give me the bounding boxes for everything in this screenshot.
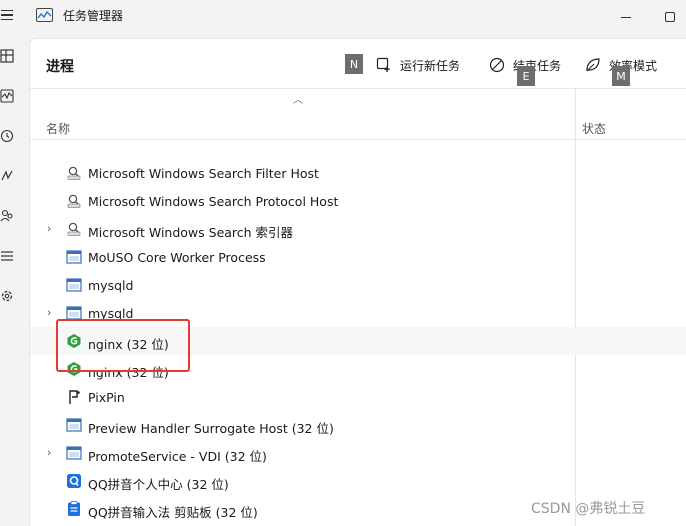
process-row[interactable]: › PromoteService - VDI (32 位)	[30, 439, 686, 467]
end-task-icon	[489, 57, 505, 73]
startup-apps-icon[interactable]	[0, 168, 14, 184]
process-name: Preview Handler Surrogate Host (32 位)	[88, 421, 334, 436]
page-title: 进程	[46, 59, 74, 75]
process-name: Microsoft Windows Search 索引器	[88, 225, 294, 240]
column-header-status[interactable]: 状态	[582, 120, 606, 137]
maximize-icon	[665, 12, 675, 22]
users-icon[interactable]	[0, 208, 14, 224]
process-row[interactable]: MoUSO Core Worker Process	[30, 243, 686, 271]
nginx-icon	[66, 333, 82, 349]
process-row[interactable]: nginx (32 位)	[30, 327, 686, 355]
expand-chevron-icon[interactable]: ›	[47, 223, 57, 234]
run-new-task-button[interactable]: 运行新任务	[376, 53, 460, 77]
task-manager-app-icon	[36, 8, 53, 22]
sidebar	[0, 34, 28, 526]
sort-ascending-icon[interactable]: ︿	[288, 91, 308, 106]
qq-pinyin-icon	[66, 473, 82, 489]
services-icon[interactable]	[0, 288, 14, 304]
search-service-icon	[66, 221, 82, 237]
process-name: PromoteService - VDI (32 位)	[88, 449, 267, 464]
process-row[interactable]: Preview Handler Surrogate Host (32 位)	[30, 411, 686, 439]
process-row[interactable]: Microsoft Windows Search Filter Host	[30, 159, 686, 187]
process-row[interactable]: PixPin	[30, 383, 686, 411]
column-header-name[interactable]: 名称	[46, 120, 70, 137]
details-icon[interactable]	[0, 248, 14, 264]
run-new-task-label: 运行新任务	[400, 58, 461, 73]
leaf-icon	[586, 58, 600, 72]
title-bar: 任务管理器	[0, 0, 686, 34]
expand-chevron-icon[interactable]: ›	[47, 447, 57, 458]
window-title: 任务管理器	[63, 9, 124, 23]
keytip-e: E	[517, 66, 535, 86]
toolbar-divider	[30, 88, 686, 89]
process-row[interactable]: › Microsoft Windows Search 索引器	[30, 215, 686, 243]
qq-clipboard-icon	[66, 501, 82, 517]
performance-icon[interactable]	[0, 88, 14, 104]
process-name: QQ拼音输入法 剪贴板 (32 位)	[88, 505, 258, 520]
run-new-task-icon	[376, 57, 390, 72]
process-name: nginx (32 位)	[88, 365, 169, 380]
process-name: nginx (32 位)	[88, 337, 169, 352]
watermark: CSDN @弗锐土豆	[531, 501, 646, 517]
process-name: PixPin	[88, 390, 125, 405]
process-name: MoUSO Core Worker Process	[88, 250, 266, 265]
process-row[interactable]: Microsoft Windows Search Protocol Host	[30, 187, 686, 215]
search-service-icon	[66, 193, 82, 209]
minimize-icon	[621, 16, 631, 18]
header-divider	[30, 139, 686, 140]
processes-icon[interactable]	[0, 48, 14, 64]
main-content: 进程 N 运行新任务 结束任务 E 效率模式 M ︿ 名称 状态 Microso…	[29, 38, 686, 526]
app-history-icon[interactable]	[0, 128, 14, 144]
maximize-button[interactable]	[648, 0, 686, 34]
keytip-n: N	[345, 54, 363, 74]
process-name: Microsoft Windows Search Protocol Host	[88, 194, 339, 209]
process-row[interactable]: › mysqld	[30, 299, 686, 327]
window-app-icon	[66, 417, 82, 433]
keytip-m: M	[612, 66, 630, 86]
pixpin-icon	[66, 389, 82, 405]
window-app-icon	[66, 305, 82, 321]
nginx-icon	[66, 361, 82, 377]
search-service-icon	[66, 165, 82, 181]
process-row[interactable]: nginx (32 位)	[30, 355, 686, 383]
process-row[interactable]: QQ拼音个人中心 (32 位)	[30, 467, 686, 495]
process-name: QQ拼音个人中心 (32 位)	[88, 477, 229, 492]
expand-chevron-icon[interactable]: ›	[47, 307, 57, 318]
window-app-icon	[66, 445, 82, 461]
window-app-icon	[66, 249, 82, 265]
process-row[interactable]: mysqld	[30, 271, 686, 299]
process-name: mysqld	[88, 278, 134, 293]
process-name: mysqld	[88, 306, 134, 321]
hamburger-menu-icon[interactable]	[0, 7, 16, 23]
process-name: Microsoft Windows Search Filter Host	[88, 166, 319, 181]
minimize-button[interactable]	[604, 0, 648, 34]
window-app-icon	[66, 277, 82, 293]
